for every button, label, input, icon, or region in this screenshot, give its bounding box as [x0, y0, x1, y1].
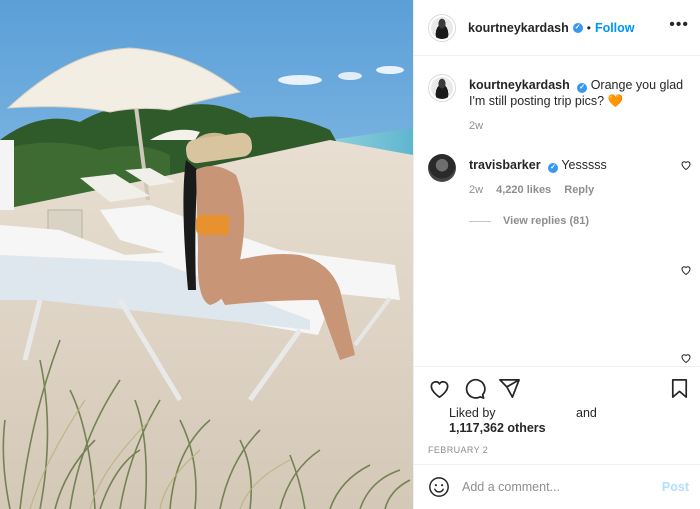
likes-and-label: and	[576, 406, 597, 420]
add-comment-bar: Post	[414, 464, 700, 509]
reply-like-heart-icon[interactable]	[680, 352, 692, 364]
verified-badge-icon: ✓	[548, 163, 559, 173]
caption-username[interactable]: kourtneykardash	[469, 78, 570, 92]
post-date[interactable]: FEBRUARY 2	[428, 445, 488, 455]
post-side-panel: kourtneykardash ✓ • Follow ••• kourtneyk…	[413, 0, 700, 509]
post-photo[interactable]	[0, 0, 413, 509]
caption: kourtneykardash ✓ Orange you glad I'm st…	[428, 74, 688, 134]
comment-username[interactable]: travisbarker	[469, 158, 541, 172]
post-comment-button[interactable]: Post	[662, 480, 689, 494]
likes-count[interactable]: 1,117,362 others	[449, 421, 546, 436]
author-avatar[interactable]	[428, 13, 456, 42]
view-replies-label: View replies (81)	[503, 215, 590, 227]
more-options-icon[interactable]: •••	[669, 16, 689, 34]
comment-meta: 2w 4,220 likes Reply	[469, 182, 688, 198]
comment-likes[interactable]: 4,220 likes	[496, 184, 551, 196]
follow-button[interactable]: Follow	[595, 21, 635, 35]
beach-photo-illustration	[0, 0, 413, 509]
comments-section[interactable]: kourtneykardash ✓ Orange you glad I'm st…	[414, 56, 700, 366]
reply-like-heart-icon[interactable]	[680, 264, 692, 276]
emoji-icon[interactable]	[428, 476, 450, 498]
replies-divider	[469, 220, 491, 222]
verified-badge-icon: ✓	[577, 83, 588, 93]
share-icon[interactable]	[498, 377, 521, 400]
verified-badge-icon: ✓	[572, 22, 583, 33]
post-actions: Liked by and 1,117,362 others FEBRUARY 2	[414, 366, 700, 464]
author-username[interactable]: kourtneykardash	[468, 21, 569, 35]
reply-button[interactable]: Reply	[564, 184, 594, 196]
comment-like-heart-icon[interactable]	[680, 159, 692, 171]
post-header: kourtneykardash ✓ • Follow •••	[414, 0, 700, 56]
comment-icon[interactable]	[463, 377, 486, 400]
heart-icon[interactable]	[428, 377, 451, 400]
header-separator: •	[586, 20, 591, 35]
bookmark-icon[interactable]	[668, 377, 691, 400]
likes-summary: Liked by and 1,117,362 others	[449, 406, 597, 436]
view-replies-button[interactable]: View replies (81)	[469, 213, 688, 229]
liked-by-avatar[interactable]	[428, 407, 444, 423]
comment-item: travisbarker ✓ Yesssss 2w 4,220 likes Re…	[428, 154, 688, 229]
action-icons	[428, 377, 690, 401]
comment-time[interactable]: 2w	[469, 184, 483, 196]
caption-meta: 2w	[469, 118, 688, 134]
caption-avatar[interactable]	[428, 74, 456, 102]
commenter-avatar[interactable]	[428, 154, 456, 182]
comment-text: Yesssss	[561, 158, 607, 172]
comment-input[interactable]	[462, 480, 642, 494]
caption-time[interactable]: 2w	[469, 120, 483, 132]
liked-by-label: Liked by	[449, 406, 496, 420]
